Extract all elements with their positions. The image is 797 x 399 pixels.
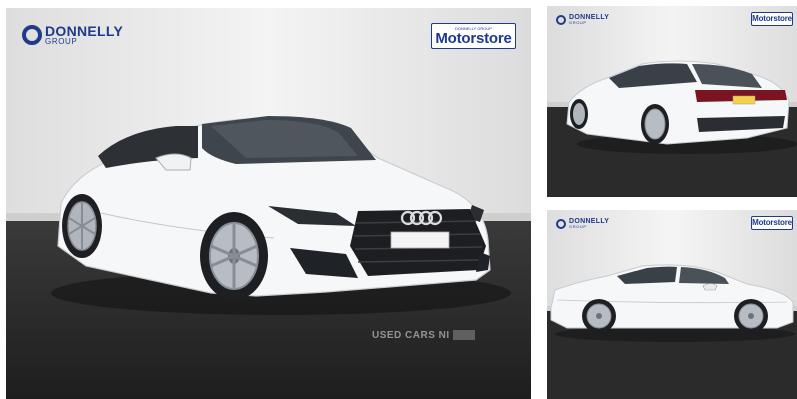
- donnelly-ring-icon: [556, 218, 566, 229]
- dealer-sub: GROUP: [45, 37, 78, 46]
- dealer-sub: GROUP: [569, 20, 587, 25]
- donnelly-group-logo: DONNELLY GROUP: [556, 218, 609, 229]
- donnelly-ring-icon: [22, 25, 42, 45]
- dealer-name: DONNELLY: [45, 23, 124, 39]
- thumbnail-rear-view[interactable]: DONNELLY GROUP Motorstore: [547, 6, 797, 197]
- donnelly-ring-icon: [556, 14, 566, 25]
- dealer-sub: GROUP: [569, 224, 587, 229]
- donnelly-group-logo: DONNELLY GROUP: [556, 14, 609, 25]
- motorstore-badge: Motorstore: [751, 12, 793, 26]
- watermark: USED CARS NI: [372, 330, 475, 341]
- motorstore-badge: Motorstore: [751, 216, 793, 230]
- motorstore-label: Motorstore: [752, 218, 792, 227]
- motorstore-label: Motorstore: [752, 14, 792, 23]
- donnelly-group-logo: DONNELLY GROUP: [22, 24, 123, 46]
- car-side-profile-image: [547, 210, 797, 399]
- motorstore-label: Motorstore: [435, 29, 512, 47]
- car-rear-three-quarter-image: [547, 6, 797, 197]
- watermark-logo: [452, 330, 475, 341]
- watermark-text: USED CARS NI: [372, 330, 450, 341]
- motorstore-badge: DONNELLY GROUP Motorstore: [431, 23, 516, 49]
- thumbnail-side-view[interactable]: DONNELLY GROUP Motorstore: [547, 210, 797, 399]
- main-car-photo[interactable]: DONNELLY GROUP DONNELLY GROUP Motorstore…: [6, 8, 531, 399]
